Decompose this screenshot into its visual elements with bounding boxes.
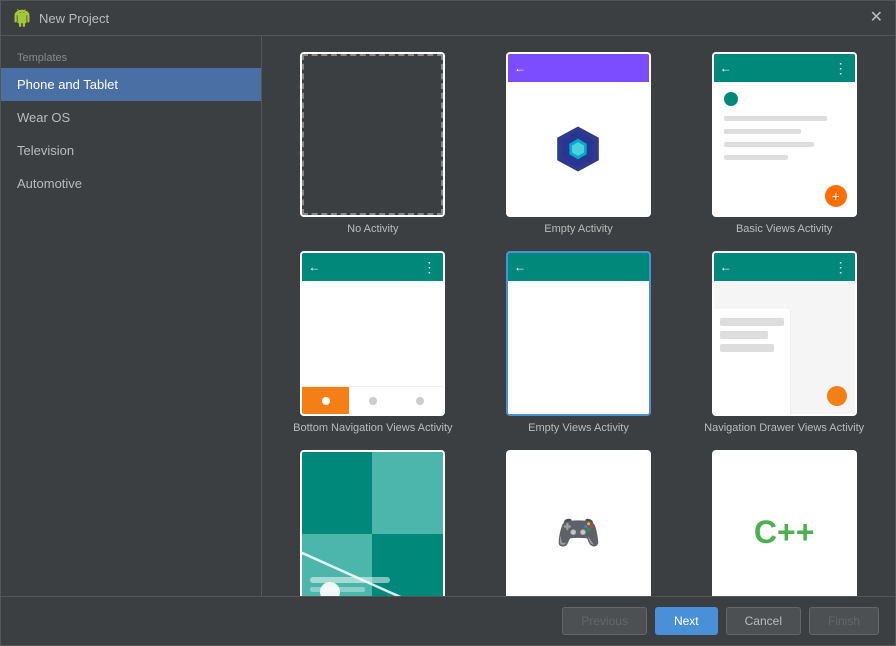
close-button[interactable]: ✕ [870, 10, 883, 26]
native-cpp-thumb: C++ [712, 450, 857, 596]
next-button[interactable]: Next [655, 607, 718, 635]
finish-button[interactable]: Finish [809, 607, 879, 635]
empty-activity-thumb: ← [506, 52, 651, 217]
bottom-nav-thumb: ← ⋮ [300, 251, 445, 416]
empty-views-body [508, 281, 649, 414]
sidebar-item-automotive[interactable]: Automotive [1, 167, 261, 200]
sidebar: Templates Phone and Tablet Wear OS Telev… [1, 36, 262, 596]
bnv-dot-3 [416, 397, 424, 405]
nav-drawer-panel [714, 309, 792, 414]
no-activity-thumb [300, 52, 445, 217]
template-empty-activity[interactable]: ← Empty Act [484, 52, 674, 235]
game-controller-icon: 🎮 [556, 512, 601, 554]
bottom-nav-mock: ← ⋮ [302, 253, 443, 414]
no-activity-dashed [302, 54, 443, 215]
bottom-nav-bar [302, 386, 443, 414]
empty-activity-label: Empty Activity [544, 223, 612, 235]
android-icon [13, 9, 31, 27]
template-basic-views[interactable]: ← ⋮ [689, 52, 879, 235]
template-game-activity[interactable]: 🎮 Game Activity [484, 450, 674, 596]
bnv-dot-1 [322, 397, 330, 405]
basic-views-toolbar: ← ⋮ [714, 54, 855, 82]
templates-area: No Activity ← [262, 36, 895, 596]
empty-views-label: Empty Views Activity [528, 422, 629, 434]
dialog-title: New Project [39, 11, 109, 26]
game-thumb-inner: 🎮 [508, 452, 649, 596]
nav-fab-button [827, 386, 847, 406]
back-arrow-icon: ← [308, 260, 320, 274]
back-arrow-icon: ← [514, 260, 526, 274]
template-responsive-views[interactable]: Responsive Views Activity [278, 450, 468, 596]
back-arrow-icon: ← [720, 260, 732, 274]
nav-drawer-label: Navigation Drawer Views Activity [704, 422, 864, 434]
previous-button[interactable]: Previous [562, 607, 647, 635]
cpp-thumb-inner: C++ [714, 452, 855, 596]
nav-drawer-thumb: ← ⋮ [712, 251, 857, 416]
bottom-nav-toolbar: ← ⋮ [302, 253, 443, 281]
responsive-svg [300, 452, 445, 596]
bnv-tab-3 [396, 387, 443, 414]
template-no-activity[interactable]: No Activity [278, 52, 468, 235]
bottom-nav-body [302, 281, 443, 386]
empty-views-thumb: ← [506, 251, 651, 416]
more-options-icon: ⋮ [422, 259, 437, 276]
empty-activity-mock: ← [508, 54, 649, 215]
more-options-icon: ⋮ [834, 60, 849, 77]
cpp-icon: C++ [754, 514, 814, 551]
bnv-tab-1 [302, 387, 349, 414]
templates-grid: No Activity ← [278, 52, 879, 596]
bnv-dot-2 [369, 397, 377, 405]
template-nav-drawer[interactable]: ← ⋮ [689, 251, 879, 434]
more-options-icon: ⋮ [834, 259, 849, 276]
bottom-bar: Previous Next Cancel Finish [1, 596, 895, 645]
android-studio-logo [552, 123, 604, 175]
sidebar-item-wear-os[interactable]: Wear OS [1, 101, 261, 134]
drawer-item-1 [720, 318, 785, 326]
bv-line-3 [724, 142, 814, 147]
responsive-views-thumb [300, 450, 445, 596]
drawer-item-2 [720, 331, 768, 339]
bv-line-2 [724, 129, 801, 134]
back-arrow-icon: ← [720, 61, 732, 75]
empty-views-mock: ← [508, 253, 649, 414]
no-activity-label: No Activity [347, 223, 398, 235]
empty-activity-body [508, 82, 649, 215]
title-bar-left: New Project [13, 9, 109, 27]
template-native-cpp[interactable]: C++ Native C++ [689, 450, 879, 596]
empty-activity-toolbar: ← [508, 54, 649, 82]
drawer-item-3 [720, 344, 775, 352]
basic-views-label: Basic Views Activity [736, 223, 832, 235]
basic-views-thumb: ← ⋮ [712, 52, 857, 217]
bottom-nav-label: Bottom Navigation Views Activity [293, 422, 452, 434]
game-activity-thumb: 🎮 [506, 450, 651, 596]
template-empty-views[interactable]: ← Empty Views Activity [484, 251, 674, 434]
back-arrow-icon: ← [514, 61, 526, 75]
empty-views-toolbar: ← [508, 253, 649, 281]
bv-circle [724, 92, 738, 106]
sidebar-item-phone-tablet[interactable]: Phone and Tablet [1, 68, 261, 101]
sidebar-section-label: Templates [1, 44, 261, 68]
new-project-dialog: New Project ✕ Templates Phone and Tablet… [0, 0, 896, 646]
content-area: Templates Phone and Tablet Wear OS Telev… [1, 36, 895, 596]
sidebar-item-television[interactable]: Television [1, 134, 261, 167]
nav-drawer-toolbar: ← ⋮ [714, 253, 855, 281]
bv-line-4 [724, 155, 789, 160]
responsive-grid [302, 452, 443, 596]
bv-line-1 [724, 116, 827, 121]
cancel-button[interactable]: Cancel [726, 607, 801, 635]
template-bottom-nav[interactable]: ← ⋮ [278, 251, 468, 434]
bnv-tab-2 [349, 387, 396, 414]
fab-button: + [825, 185, 847, 207]
title-bar: New Project ✕ [1, 1, 895, 36]
